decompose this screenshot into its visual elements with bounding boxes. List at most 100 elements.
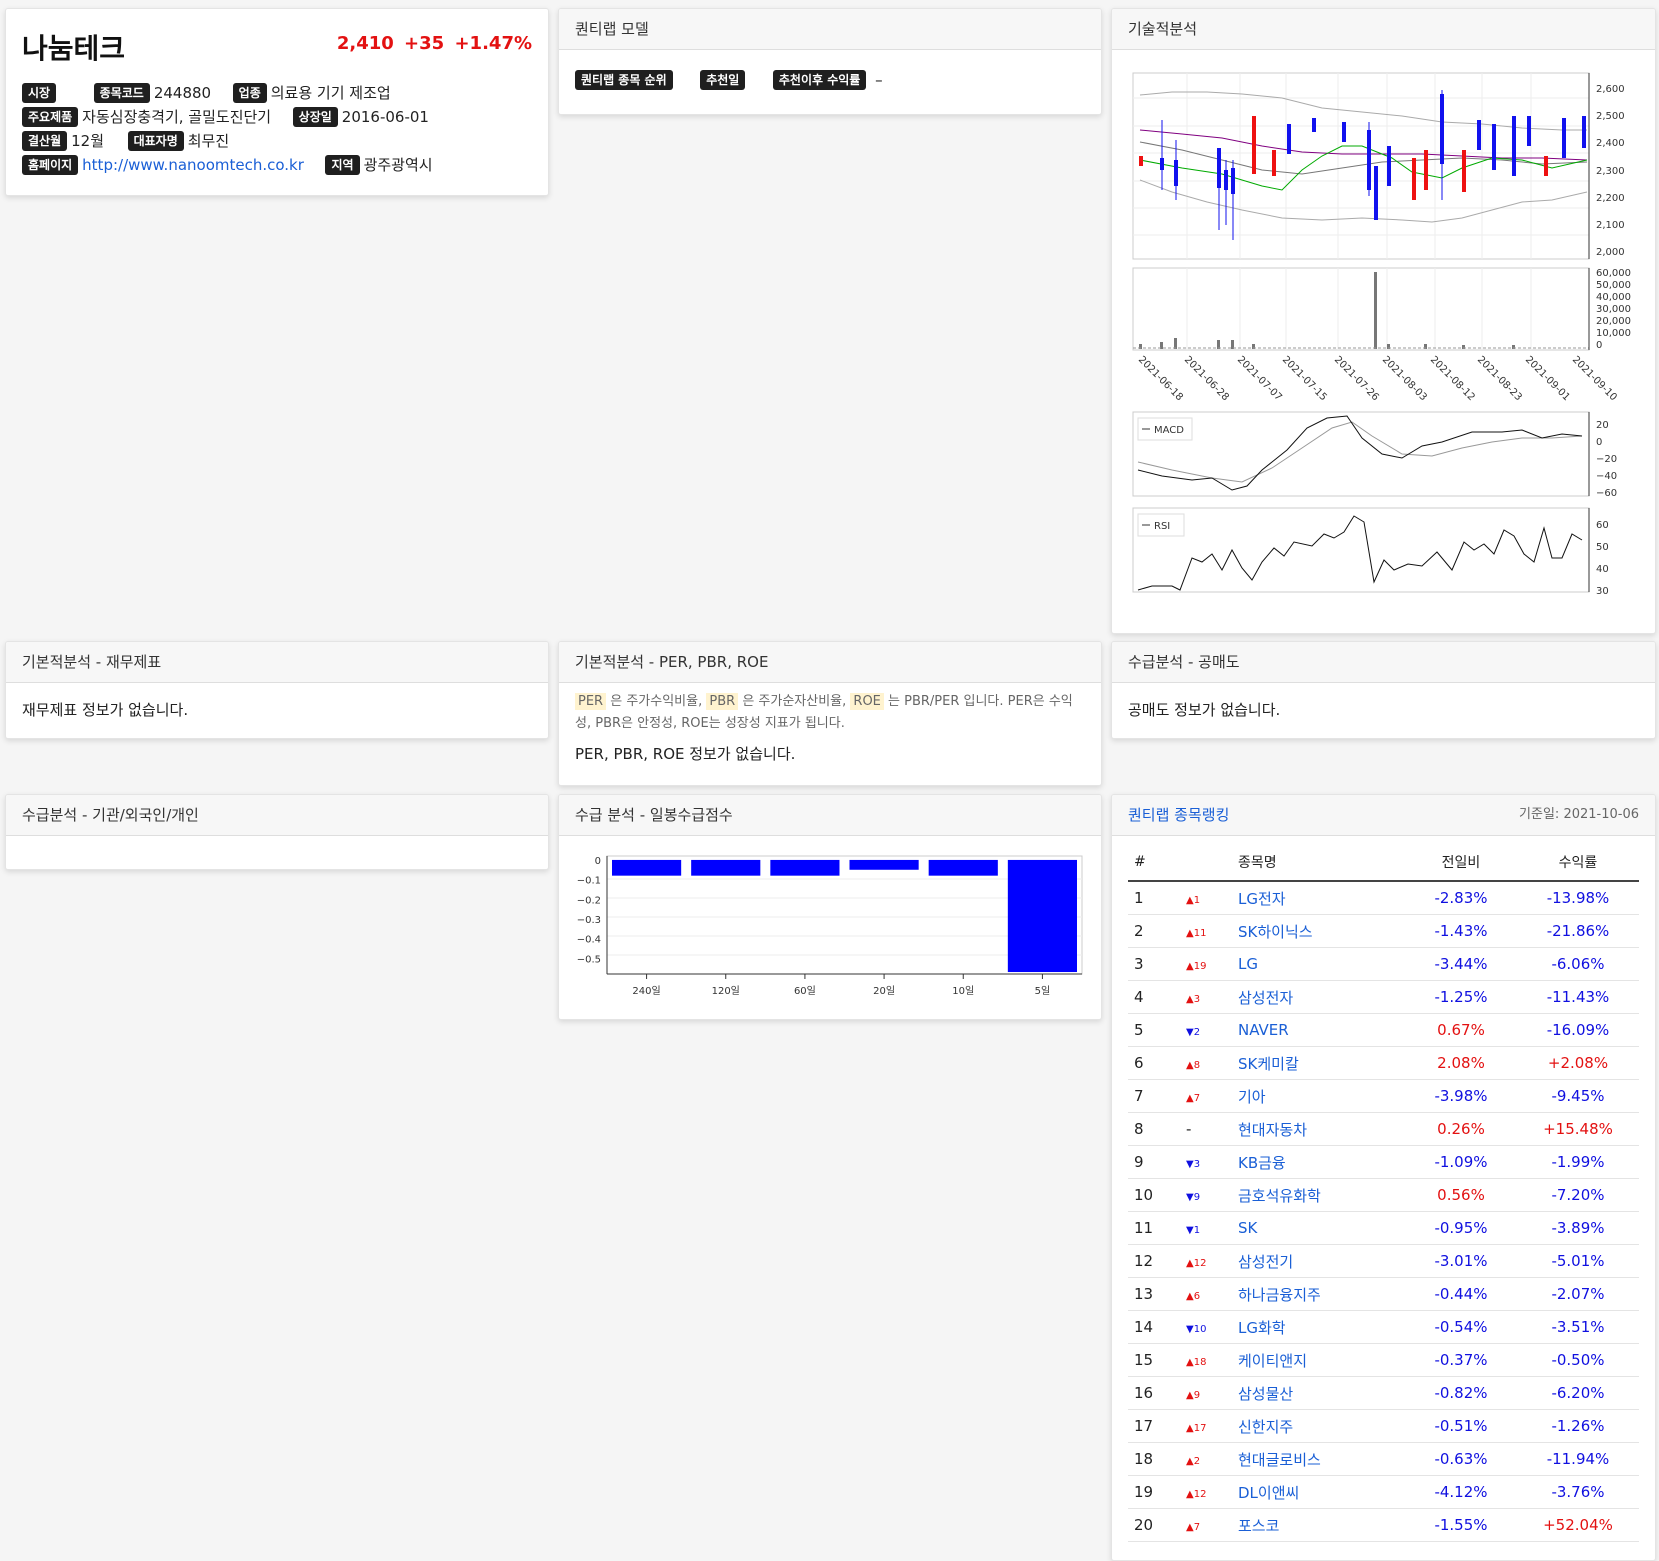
table-row[interactable]: 12 ▲12 삼성전기 -3.01% -5.01%	[1128, 1244, 1639, 1278]
stock-link[interactable]: 케이티앤지	[1238, 1352, 1307, 1370]
quant-model-title: 퀀티랩 모델	[559, 9, 1101, 50]
table-row[interactable]: 3 ▲19 LG -3.44% -6.06%	[1128, 947, 1639, 981]
stock-link[interactable]: LG전자	[1238, 890, 1286, 908]
stock-name-cell[interactable]: 현대자동차	[1232, 1112, 1405, 1146]
date-tick: 2021-06-18	[1136, 354, 1185, 403]
volume-tick: 50,000	[1596, 280, 1631, 291]
ranking-title-link[interactable]: 퀀티랩 종목랭킹	[1128, 806, 1229, 824]
stock-fiscal: 12월	[71, 132, 105, 150]
stock-name-cell[interactable]: 기아	[1232, 1079, 1405, 1113]
stock-name-cell[interactable]: 하나금융지주	[1232, 1277, 1405, 1311]
supply-bar	[928, 859, 998, 876]
table-row[interactable]: 5 ▼2 NAVER 0.67% -16.09%	[1128, 1013, 1639, 1047]
stock-link[interactable]: DL이앤씨	[1238, 1484, 1299, 1502]
table-row[interactable]: 18 ▲2 현대글로비스 -0.63% -11.94%	[1128, 1442, 1639, 1476]
stock-name-cell[interactable]: SK	[1232, 1211, 1405, 1245]
return-cell: +2.08%	[1517, 1046, 1639, 1080]
table-row[interactable]: 13 ▲6 하나금융지주 -0.44% -2.07%	[1128, 1277, 1639, 1311]
homepage-link[interactable]: http://www.nanoomtech.co.kr	[82, 156, 304, 174]
table-row[interactable]: 9 ▼3 KB금융 -1.09% -1.99%	[1128, 1145, 1639, 1179]
stock-link[interactable]: 금호석유화학	[1238, 1187, 1321, 1205]
stock-link[interactable]: 포스코	[1238, 1517, 1279, 1535]
market-badge: 시장	[22, 83, 57, 103]
stock-code: 244880	[153, 84, 212, 102]
stock-link[interactable]: 기아	[1238, 1088, 1266, 1106]
stock-name-cell[interactable]: 현대글로비스	[1232, 1442, 1405, 1476]
stock-link[interactable]: LG화학	[1238, 1319, 1286, 1337]
stock-name-cell[interactable]: 포스코	[1232, 1508, 1405, 1542]
rank-move-value: 12	[1193, 1489, 1207, 1500]
rank-move-value: 12	[1193, 1258, 1207, 1269]
stock-link[interactable]: SK하이닉스	[1238, 923, 1313, 941]
rank-arrow-icon: ▲	[1186, 1423, 1194, 1434]
stock-link[interactable]: LG	[1238, 955, 1258, 973]
stock-link[interactable]: 하나금융지주	[1238, 1286, 1321, 1304]
table-row[interactable]: 17 ▲17 신한지주 -0.51% -1.26%	[1128, 1409, 1639, 1443]
table-row[interactable]: 6 ▲8 SK케미칼 2.08% +2.08%	[1128, 1046, 1639, 1080]
code-badge: 종목코드	[93, 83, 150, 103]
financial-statements-card: 기본적분석 - 재무제표 재무제표 정보가 없습니다.	[5, 641, 549, 739]
stock-name-cell[interactable]: DL이앤씨	[1232, 1475, 1405, 1509]
table-row[interactable]: 15 ▲18 케이티앤지 -0.37% -0.50%	[1128, 1343, 1639, 1377]
financial-statements-title: 기본적분석 - 재무제표	[6, 642, 548, 683]
stock-link[interactable]: 신한지주	[1238, 1418, 1293, 1436]
change-cell: 2.08%	[1405, 1046, 1517, 1080]
volume-axis: 60,000 50,000 40,000 30,000 20,000 10,00…	[1588, 268, 1631, 351]
stock-link[interactable]: SK케미칼	[1238, 1055, 1299, 1073]
table-row[interactable]: 2 ▲11 SK하이닉스 -1.43% -21.86%	[1128, 914, 1639, 948]
rank-number: 5	[1128, 1013, 1180, 1047]
stock-name-cell[interactable]: SK하이닉스	[1232, 914, 1405, 948]
stock-name-cell[interactable]: 삼성전자	[1232, 980, 1405, 1014]
stock-link[interactable]: SK	[1238, 1219, 1257, 1237]
ranking-col-name: 종목명	[1232, 844, 1405, 882]
return-cell: -3.76%	[1517, 1475, 1639, 1509]
stock-link[interactable]: 삼성물산	[1238, 1385, 1293, 1403]
per-highlight: PER	[575, 693, 607, 710]
ranking-header: 퀀티랩 종목랭킹 기준일: 2021-10-06	[1112, 795, 1655, 836]
date-tick: 2021-07-07	[1235, 354, 1284, 403]
rank-arrow-icon: ▼	[1186, 1192, 1194, 1203]
stock-name-cell[interactable]: 금호석유화학	[1232, 1178, 1405, 1212]
stock-name-cell[interactable]: NAVER	[1232, 1013, 1405, 1047]
rsi-legend: RSI	[1154, 521, 1170, 532]
stock-link[interactable]: 삼성전기	[1238, 1253, 1293, 1271]
rank-number: 1	[1128, 881, 1180, 915]
stock-link[interactable]: 현대글로비스	[1238, 1451, 1321, 1469]
price-panel: 2,600 2,500 2,400 2,300 2,200 2,100 2,00…	[1132, 72, 1625, 260]
rsi-axis: 60 50 40 30	[1588, 508, 1609, 597]
supply-x-tick: 240일	[632, 985, 660, 997]
stock-listing-date: 2016-06-01	[341, 108, 429, 126]
rank-move-value: 2	[1193, 1027, 1201, 1038]
stock-name-cell[interactable]: LG	[1232, 947, 1405, 981]
volume-panel: 60,000 50,000 40,000 30,000 20,000 10,00…	[1132, 267, 1631, 403]
technical-chart[interactable]: 2,600 2,500 2,400 2,300 2,200 2,100 2,00…	[1112, 50, 1655, 634]
supply-y-axis: 0 −0.1 −0.2 −0.3 −0.4 −0.5	[577, 856, 601, 965]
ceo-badge: 대표자명	[127, 131, 184, 151]
rank-move: ▲7	[1180, 1079, 1232, 1113]
stock-link[interactable]: NAVER	[1238, 1021, 1289, 1039]
stock-name-cell[interactable]: 삼성물산	[1232, 1376, 1405, 1410]
stock-link[interactable]: 삼성전자	[1238, 989, 1293, 1007]
stock-name-cell[interactable]: LG화학	[1232, 1310, 1405, 1344]
stock-name-cell[interactable]: 삼성전기	[1232, 1244, 1405, 1278]
stock-name-cell[interactable]: 케이티앤지	[1232, 1343, 1405, 1377]
table-row[interactable]: 7 ▲7 기아 -3.98% -9.45%	[1128, 1079, 1639, 1113]
table-row[interactable]: 19 ▲12 DL이앤씨 -4.12% -3.76%	[1128, 1475, 1639, 1509]
stock-name-cell[interactable]: KB금융	[1232, 1145, 1405, 1179]
table-row[interactable]: 8- 현대자동차 0.26% +15.48%	[1128, 1112, 1639, 1146]
table-row[interactable]: 1 ▲1 LG전자 -2.83% -13.98%	[1128, 881, 1639, 915]
table-row[interactable]: 16 ▲9 삼성물산 -0.82% -6.20%	[1128, 1376, 1639, 1410]
rank-arrow-icon: ▼	[1186, 1324, 1194, 1335]
stock-link[interactable]: KB금융	[1238, 1154, 1286, 1172]
rank-move: ▲11	[1180, 914, 1232, 948]
stock-name-cell[interactable]: 신한지주	[1232, 1409, 1405, 1443]
stock-name-cell[interactable]: LG전자	[1232, 881, 1405, 915]
stock-name-cell[interactable]: SK케미칼	[1232, 1046, 1405, 1080]
table-row[interactable]: 14 ▼10 LG화학 -0.54% -3.51%	[1128, 1310, 1639, 1344]
table-row[interactable]: 4 ▲3 삼성전자 -1.25% -11.43%	[1128, 980, 1639, 1014]
stock-link[interactable]: 현대자동차	[1238, 1121, 1307, 1139]
table-row[interactable]: 11 ▼1 SK -0.95% -3.89%	[1128, 1211, 1639, 1245]
table-row[interactable]: 10 ▼9 금호석유화학 0.56% -7.20%	[1128, 1178, 1639, 1212]
date-axis: 2021-06-18 2021-06-28 2021-07-07 2021-07…	[1136, 354, 1619, 403]
table-row[interactable]: 20 ▲7 포스코 -1.55% +52.04%	[1128, 1508, 1639, 1542]
